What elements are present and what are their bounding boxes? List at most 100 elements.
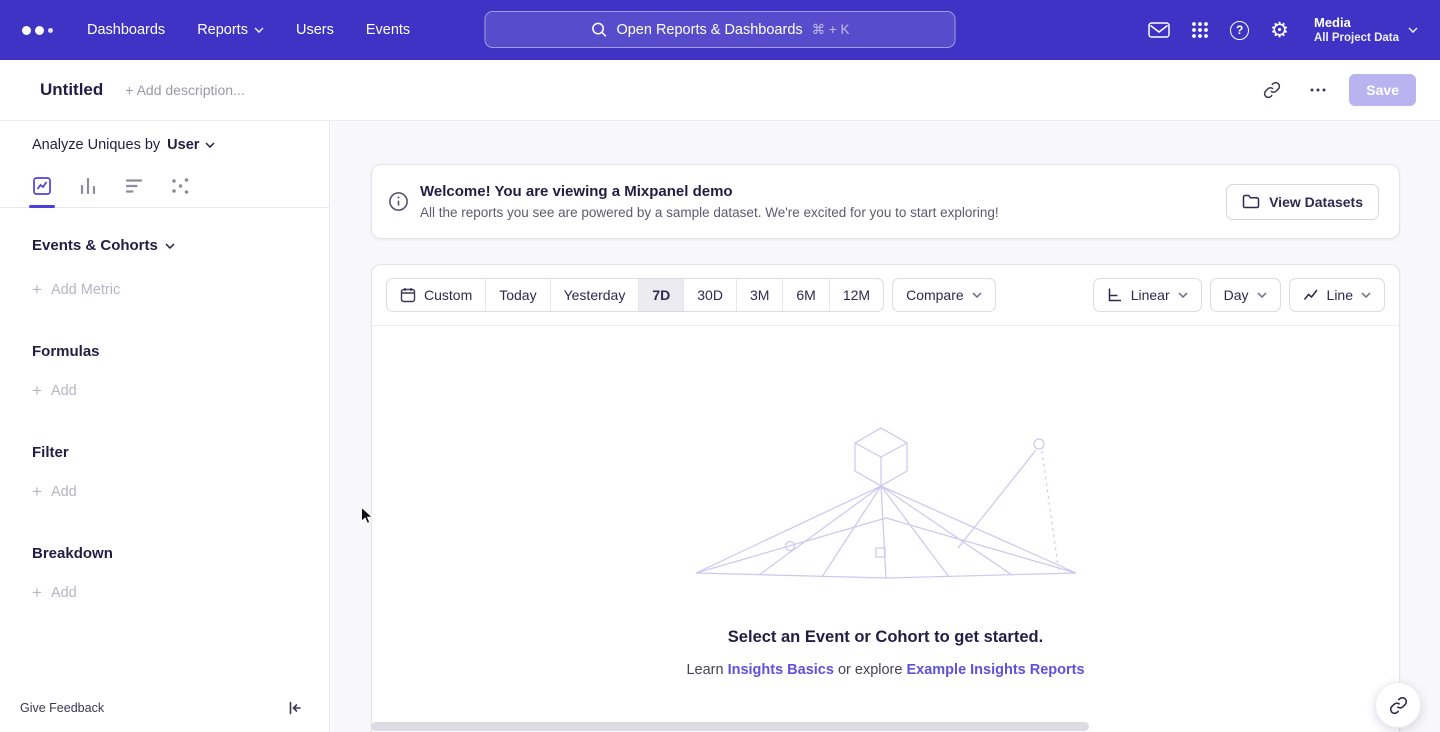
empty-state-illustration bbox=[696, 426, 1076, 581]
metric-type-tabs bbox=[0, 165, 329, 208]
welcome-banner: Welcome! You are viewing a Mixpanel demo… bbox=[371, 164, 1400, 239]
chevron-down-icon bbox=[972, 292, 982, 298]
search-shortcut: ⌘ + K bbox=[812, 22, 850, 38]
sidebar-footer: Give Feedback bbox=[0, 690, 329, 732]
chart-display-controls: Linear Day Line bbox=[1093, 278, 1385, 312]
save-button[interactable]: Save bbox=[1349, 74, 1416, 106]
analyze-by-dropdown[interactable]: User bbox=[167, 137, 215, 153]
link-icon bbox=[1389, 696, 1408, 715]
chevron-down-icon bbox=[205, 142, 215, 148]
give-feedback-link[interactable]: Give Feedback bbox=[20, 701, 104, 715]
banner-text: Welcome! You are viewing a Mixpanel demo… bbox=[420, 183, 999, 220]
axis-scale-button[interactable]: Linear bbox=[1093, 278, 1202, 312]
date-range-yesterday[interactable]: Yesterday bbox=[551, 279, 640, 311]
empty-state-title: Select an Event or Cohort to get started… bbox=[728, 628, 1043, 647]
funnel-icon bbox=[124, 176, 144, 196]
help-icon[interactable]: ? bbox=[1230, 21, 1249, 40]
flows-icon bbox=[170, 176, 190, 196]
date-range-custom[interactable]: Custom bbox=[387, 279, 486, 311]
logo-dot bbox=[48, 28, 53, 33]
project-dataset: All Project Data bbox=[1314, 32, 1399, 46]
info-icon bbox=[388, 191, 409, 212]
report-actions: Save bbox=[1257, 74, 1416, 106]
tab-insights[interactable] bbox=[32, 165, 52, 207]
calendar-icon bbox=[400, 287, 416, 303]
example-insights-reports-link[interactable]: Example Insights Reports bbox=[906, 662, 1084, 678]
logo-dot bbox=[22, 26, 31, 35]
project-labels: Media All Project Data bbox=[1314, 14, 1399, 45]
chart-type-button[interactable]: Line bbox=[1289, 278, 1385, 312]
copy-link-icon[interactable] bbox=[1257, 75, 1287, 105]
view-datasets-label: View Datasets bbox=[1269, 194, 1363, 210]
breakdown-section-title: Breakdown bbox=[0, 545, 329, 562]
granularity-label: Day bbox=[1224, 287, 1249, 303]
share-link-fab[interactable] bbox=[1375, 682, 1421, 728]
report-header: Untitled + Add description... Save bbox=[0, 60, 1440, 121]
empty-state-subtitle: Learn Insights Basics or explore Example… bbox=[686, 662, 1084, 678]
date-range-today[interactable]: Today bbox=[486, 279, 550, 311]
add-metric-label: Add Metric bbox=[51, 282, 120, 298]
nav-events[interactable]: Events bbox=[366, 22, 410, 38]
insights-basics-link[interactable]: Insights Basics bbox=[728, 662, 834, 678]
date-range-7d[interactable]: 7D bbox=[639, 279, 684, 311]
date-range-30d[interactable]: 30D bbox=[684, 279, 737, 311]
date-range-12m[interactable]: 12M bbox=[830, 279, 883, 311]
explore-text: or explore bbox=[834, 662, 907, 678]
top-nav-right: ? ⚙ Media All Project Data bbox=[1148, 14, 1418, 45]
date-range-6m[interactable]: 6M bbox=[783, 279, 829, 311]
add-filter-label: Add bbox=[51, 484, 77, 500]
date-range-label: Custom bbox=[424, 287, 472, 303]
date-range-3m[interactable]: 3M bbox=[737, 279, 783, 311]
events-cohorts-section[interactable]: Events & Cohorts bbox=[0, 237, 329, 254]
granularity-button[interactable]: Day bbox=[1210, 278, 1281, 312]
nav-users[interactable]: Users bbox=[296, 22, 334, 38]
project-name: Media bbox=[1314, 14, 1399, 32]
nav-dashboards[interactable]: Dashboards bbox=[87, 22, 165, 38]
insights-chart-card: Custom Today Yesterday 7D 30D 3M 6M 12M … bbox=[371, 264, 1400, 732]
add-breakdown-button[interactable]: + Add bbox=[0, 584, 329, 601]
collapse-sidebar-icon[interactable] bbox=[287, 700, 303, 716]
chevron-down-icon bbox=[254, 27, 264, 33]
tab-funnel[interactable] bbox=[124, 165, 144, 207]
add-breakdown-label: Add bbox=[51, 585, 77, 601]
linear-axis-icon bbox=[1107, 287, 1123, 303]
banner-subtitle: All the reports you see are powered by a… bbox=[420, 205, 999, 220]
compare-button[interactable]: Compare bbox=[892, 278, 996, 312]
horizontal-scrollbar[interactable] bbox=[371, 722, 1089, 731]
add-formula-button[interactable]: + Add bbox=[0, 382, 329, 399]
view-datasets-button[interactable]: View Datasets bbox=[1226, 184, 1379, 220]
folder-icon bbox=[1242, 194, 1260, 210]
report-title[interactable]: Untitled bbox=[40, 80, 103, 100]
search-icon bbox=[590, 21, 607, 38]
line-chart-icon bbox=[1303, 287, 1319, 303]
search-placeholder: Open Reports & Dashboards bbox=[616, 22, 802, 38]
tab-flows[interactable] bbox=[170, 165, 190, 207]
primary-nav: Dashboards Reports Users Events bbox=[87, 22, 410, 38]
apps-grid-icon[interactable] bbox=[1191, 21, 1209, 39]
bar-chart-icon bbox=[78, 176, 98, 196]
empty-state: Select an Event or Cohort to get started… bbox=[372, 326, 1399, 678]
gear-icon[interactable]: ⚙ bbox=[1270, 20, 1289, 41]
plus-icon: + bbox=[32, 382, 42, 399]
add-filter-button[interactable]: + Add bbox=[0, 483, 329, 500]
events-cohorts-label: Events & Cohorts bbox=[32, 237, 158, 254]
chevron-down-icon bbox=[1361, 292, 1371, 298]
inbox-icon[interactable] bbox=[1148, 21, 1170, 39]
plus-icon: + bbox=[32, 281, 42, 298]
add-description[interactable]: + Add description... bbox=[125, 82, 244, 98]
axis-scale-label: Linear bbox=[1131, 287, 1170, 303]
nav-reports[interactable]: Reports bbox=[197, 22, 264, 38]
project-switcher[interactable]: Media All Project Data bbox=[1314, 14, 1418, 45]
mixpanel-logo-icon[interactable] bbox=[22, 26, 53, 35]
compare-label: Compare bbox=[906, 287, 964, 303]
plus-icon: + bbox=[32, 584, 42, 601]
global-search-input[interactable]: Open Reports & Dashboards ⌘ + K bbox=[485, 11, 956, 48]
learn-prefix: Learn bbox=[686, 662, 727, 678]
date-range-control: Custom Today Yesterday 7D 30D 3M 6M 12M bbox=[386, 278, 884, 312]
add-metric-button[interactable]: + Add Metric bbox=[0, 281, 329, 298]
chevron-down-icon bbox=[1178, 292, 1188, 298]
analyze-value: User bbox=[167, 137, 199, 153]
tab-bar-chart[interactable] bbox=[78, 165, 98, 207]
more-options-icon[interactable] bbox=[1303, 75, 1333, 105]
banner-title: Welcome! You are viewing a Mixpanel demo bbox=[420, 183, 999, 200]
